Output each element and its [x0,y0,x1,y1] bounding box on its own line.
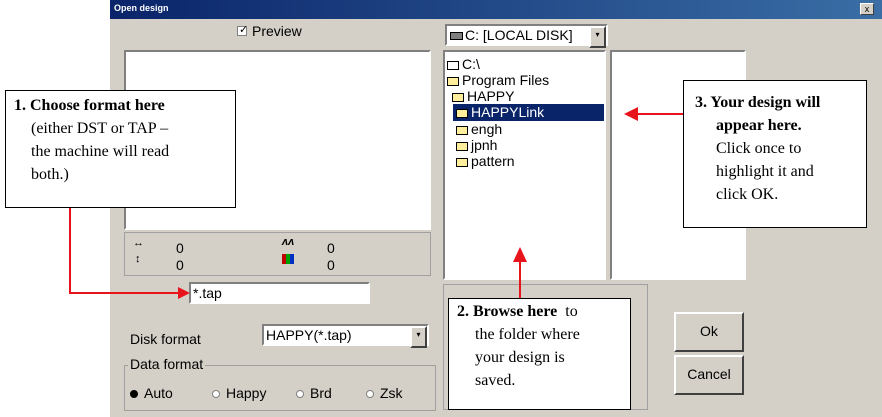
callout-format-line: (either DST or TAP – [31,120,169,137]
callout-browse-line: your design is [475,349,565,366]
callout-browse-first-rest: to [565,303,578,320]
callout-design-title: 3. Your design will [695,94,821,111]
callout-design-title: appear here. [716,117,802,134]
format-arrow [69,208,190,299]
callout-browse-line: the folder where [475,326,580,343]
browse-arrow [513,247,527,300]
callout-format-title: 1. Choose format here [14,97,165,114]
callout-browse-title: 2. Browse here [457,303,558,320]
callout-design-line: Click once to [716,140,802,157]
callout-design-appear: 3. Your design will appear here. Click o… [683,80,867,228]
callout-format-line: the machine will read [31,143,170,160]
callout-choose-format: 1. Choose format here (either DST or TAP… [5,90,236,208]
callout-format-line: both.) [31,166,69,183]
callout-browse: 2. Browse here to the folder where your … [448,298,631,410]
callout-design-line: click OK. [716,186,779,203]
design-arrow [624,107,683,121]
callout-design-line: highlight it and [716,163,814,180]
callout-browse-line: saved. [475,372,516,389]
